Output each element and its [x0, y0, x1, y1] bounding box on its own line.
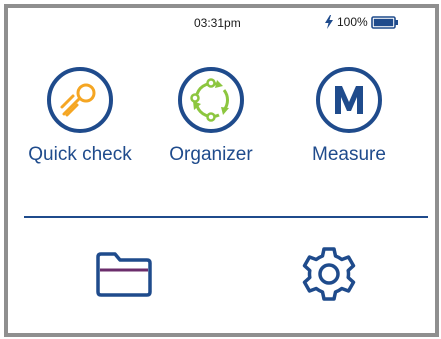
organizer-label: Organizer: [169, 144, 253, 165]
organizer-cycle-icon: [178, 67, 244, 133]
settings-button[interactable]: [294, 244, 364, 304]
quick-check-icon: [47, 67, 113, 133]
measure-label: Measure: [312, 144, 386, 165]
folder-icon: [96, 252, 152, 297]
organizer-app[interactable]: Organizer: [145, 66, 277, 166]
measure-app[interactable]: Measure: [283, 66, 415, 166]
quick-check-label: Quick check: [28, 144, 132, 165]
device-frame: [4, 4, 439, 337]
quick-check-app[interactable]: Quick check: [14, 66, 146, 166]
home-screen: [14, 14, 429, 327]
measure-m-icon: [316, 67, 382, 133]
status-time: 03:31pm: [194, 16, 241, 30]
section-divider: [24, 216, 428, 218]
gear-icon: [302, 247, 356, 301]
lightning-bolt-icon: [325, 15, 333, 29]
battery-percent: 100%: [337, 15, 368, 29]
files-button[interactable]: [89, 244, 159, 304]
status-indicators: 100%: [324, 13, 399, 31]
battery-full-icon: [370, 15, 398, 29]
